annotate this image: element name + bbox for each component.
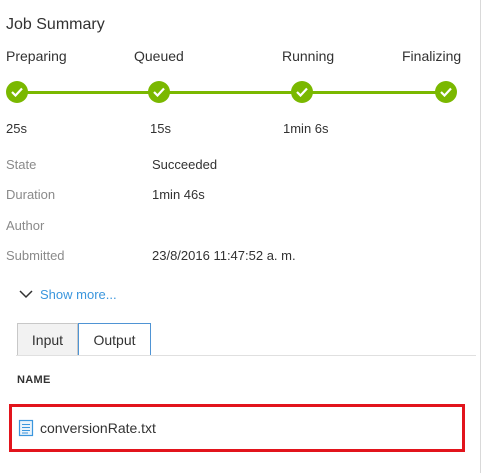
stage-duration-running: 1min 6s <box>283 121 329 136</box>
output-file-highlight: conversionRate.txt <box>9 404 465 452</box>
tab-output[interactable]: Output <box>78 323 151 356</box>
property-value-submitted: 23/8/2016 11:47:52 a. m. <box>152 248 296 263</box>
stage-complete-check-icon <box>6 81 28 103</box>
property-label-state: State <box>6 157 37 172</box>
chevron-down-icon <box>19 290 33 299</box>
stage-label-preparing: Preparing <box>6 48 67 64</box>
property-value-state: Succeeded <box>152 157 218 172</box>
file-icon <box>18 419 34 437</box>
tabs-divider <box>16 355 476 356</box>
column-header-name: NAME <box>17 374 51 386</box>
stage-complete-check-icon <box>148 81 170 103</box>
property-value-duration: 1min 46s <box>152 187 205 202</box>
stage-label-finalizing: Finalizing <box>402 48 462 64</box>
stage-duration-queued: 15s <box>150 121 171 136</box>
job-summary-pane: Job Summary Preparing Queued Running Fin… <box>0 0 481 473</box>
show-more-link[interactable]: Show more... <box>18 285 117 303</box>
property-label-author: Author <box>6 218 45 233</box>
stage-label-running: Running <box>282 48 335 64</box>
stage-label-queued: Queued <box>134 48 184 64</box>
show-more-label: Show more... <box>40 286 117 302</box>
property-label-duration: Duration <box>6 187 56 202</box>
stage-complete-check-icon <box>291 81 313 103</box>
output-file-name: conversionRate.txt <box>40 420 156 436</box>
page-title: Job Summary <box>6 16 105 33</box>
stage-complete-check-icon <box>435 81 457 103</box>
property-label-submitted: Submitted <box>6 248 65 263</box>
progress-track <box>16 91 446 94</box>
tab-input[interactable]: Input <box>17 323 78 356</box>
output-file-item[interactable]: conversionRate.txt <box>18 407 156 449</box>
stage-duration-preparing: 25s <box>6 121 27 136</box>
